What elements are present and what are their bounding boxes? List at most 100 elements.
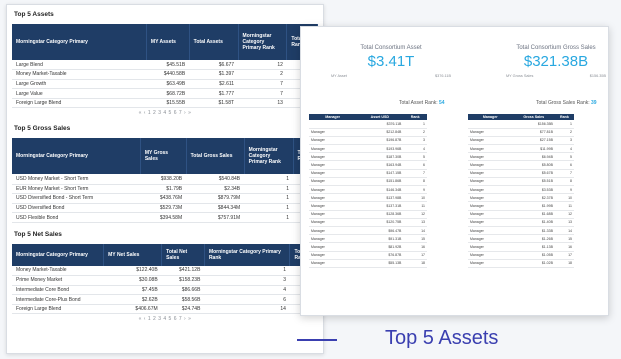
table-row[interactable]: Manager $27.15B 3: [468, 136, 574, 146]
table-cell: $77.81B: [512, 128, 555, 137]
table-cell: $2.37B: [512, 193, 555, 203]
table-row[interactable]: Manager $212.84B 2: [309, 128, 427, 137]
table-row[interactable]: Manager $11.99B 4: [468, 144, 574, 154]
table-cell: Manager: [309, 210, 357, 219]
column-header[interactable]: Morningstar Category Primary: [12, 24, 147, 60]
table-row[interactable]: Manager $147.15B 7: [309, 169, 427, 178]
table-row[interactable]: Money Market-Taxable$122.40B$421.12B163: [12, 265, 318, 277]
table-cell: 14: [204, 304, 290, 315]
table-row[interactable]: Prime Money Market$30.08B$158.23B331: [12, 275, 318, 286]
table-row[interactable]: Manager $163.94B 6: [309, 160, 427, 170]
column-header[interactable]: MY Gross Sales: [140, 138, 187, 175]
callout-caption: Top 5 Assets: [385, 327, 499, 349]
table-row[interactable]: Manager $96.47B 14: [309, 226, 427, 236]
column-header[interactable]: Total Gross Sales: [186, 138, 245, 175]
table-row[interactable]: Manager $1.05B 17: [468, 251, 574, 260]
table-row[interactable]: Manager $1.26B 15: [468, 234, 574, 244]
sales-rank-value: 39: [591, 100, 597, 106]
table-cell: 3: [403, 136, 427, 146]
table-row[interactable]: Manager $2.37B 10: [468, 193, 574, 203]
table-cell: Manager: [309, 201, 357, 211]
table-cell: $96.47B: [356, 226, 404, 236]
table-row[interactable]: Manager $5.80B 6: [468, 160, 574, 170]
table-row[interactable]: Manager $1.68B 12: [468, 210, 574, 219]
consortium-sales-kpi: Total Consortium Gross Sales $321.38B MY…: [506, 45, 606, 78]
table-row[interactable]: Manager $1.99B 11: [468, 201, 574, 211]
table-row[interactable]: Manager $77.81B 2: [468, 128, 574, 137]
table-row[interactable]: Large Blend$45.51B$6.67712227: [12, 60, 318, 71]
table-row[interactable]: Manager $91.31B 15: [309, 234, 427, 244]
table-cell: 10: [403, 193, 427, 203]
column-header[interactable]: Total Net Sales: [161, 243, 205, 266]
column-header[interactable]: Morningstar Category Primary Rank: [204, 243, 291, 266]
table-row[interactable]: USD Money Market - Short Term $938.20B $54…: [12, 174, 318, 185]
table-row[interactable]: Manager $128.36B 12: [309, 210, 427, 219]
table-cell: 7: [238, 79, 287, 90]
table-row[interactable]: Large Growth$63.49B$2.6117165: [12, 79, 318, 90]
column-header[interactable]: MY Net Sales: [103, 243, 163, 266]
column-header[interactable]: Morningstar Category Primary: [12, 138, 141, 175]
table-row[interactable]: Manager $81.92B 16: [309, 242, 427, 252]
column-header[interactable]: Morningstar Category Primary: [12, 243, 105, 266]
table-row[interactable]: Intermediate Core-Plus Bond $2.62B $58.56B…: [12, 294, 318, 305]
pagination[interactable]: « ‹ 1 2 3 4 5 6 7 › »: [12, 108, 318, 119]
table-row[interactable]: Manager $146.34B 9: [309, 185, 427, 195]
table-cell: $1.02B: [512, 259, 555, 268]
table-row[interactable]: Manager $5.67B 7: [468, 169, 574, 178]
table-cell: $45.51B: [146, 60, 190, 71]
table-row[interactable]: USD Diversified Bond $529.73M $844.34M 1: [12, 203, 318, 214]
table-cell: Manager: [309, 251, 357, 260]
table-row[interactable]: Manager $187.30B 5: [309, 152, 427, 162]
table-cell: Manager: [309, 136, 357, 146]
column-header[interactable]: Morningstar Category Primary Rank: [238, 24, 288, 60]
column-header[interactable]: Morningstar Category Primary Rank: [244, 138, 294, 175]
table-row[interactable]: Manager $193.96B 4: [309, 144, 427, 154]
table-cell: 1: [554, 120, 574, 129]
kpi-value: $3.41T: [367, 53, 415, 70]
table-row[interactable]: EUR Money Market - Short Term $1.79B $2.34…: [12, 184, 318, 195]
table-cell: Manager: [309, 185, 357, 195]
sales-rank-table: Manager Gross Sales Rank $156.35B 1 Manage…: [468, 114, 574, 268]
table-header-row: Morningstar Category Primary MY Assets T…: [12, 24, 318, 60]
table-row[interactable]: Manager $55.13B 18: [309, 259, 427, 268]
table-row[interactable]: Manager $137.31B 11: [309, 201, 427, 211]
table-cell: $938.20B: [140, 174, 187, 185]
table-row[interactable]: Manager $6.94B 5: [468, 152, 574, 162]
table-cell: $146.34B: [356, 185, 404, 195]
table-row[interactable]: Manager $5.51B 8: [468, 177, 574, 187]
column-header[interactable]: Total Assets: [189, 24, 239, 60]
table-cell: 1: [244, 174, 294, 185]
table-row[interactable]: $376.11B 1: [309, 120, 427, 129]
table-row[interactable]: Money Market-Taxable$440.58B$1.397263: [12, 69, 318, 80]
table-row[interactable]: Intermediate Core Bond$7.45B$86.66B4102: [12, 285, 318, 296]
table-row[interactable]: Foreign Large Blend$406.67M$24.74B14125: [12, 304, 318, 315]
table-row[interactable]: USD Flexible Bond $394.58M $757.91M 1: [12, 212, 318, 223]
table-cell: Manager: [309, 160, 357, 170]
table-cell: 5: [403, 152, 427, 162]
table-row[interactable]: Manager $120.75B 13: [309, 218, 427, 227]
table-row[interactable]: $156.35B 1: [468, 120, 574, 129]
table-cell: Manager: [468, 218, 513, 227]
table-row[interactable]: Manager $151.86B 8: [309, 177, 427, 187]
table-cell: Manager: [468, 160, 513, 170]
table-row[interactable]: Manager $196.87B 3: [309, 136, 427, 146]
table-row[interactable]: Manager $1.40B 13: [468, 218, 574, 227]
table-cell: Manager: [309, 169, 357, 178]
table-cell: $6.94B: [512, 152, 555, 162]
table-row[interactable]: Manager $1.33B 14: [468, 226, 574, 236]
table-cell: $30.08B: [103, 275, 162, 286]
table-row[interactable]: Foreign Large Blend$15.55B$1.58T13125: [12, 98, 318, 109]
column-header[interactable]: MY Assets: [146, 24, 190, 60]
table-row[interactable]: Manager $76.87B 17: [309, 251, 427, 260]
table-cell: Manager: [468, 144, 513, 154]
table-cell: Manager: [309, 128, 357, 137]
table-row[interactable]: Manager $1.13B 16: [468, 242, 574, 252]
table-row[interactable]: USD Diversified Bond - Short Term $438.76…: [12, 193, 318, 204]
table-row[interactable]: Manager $3.53B 9: [468, 185, 574, 195]
table-cell: $1.777: [189, 88, 239, 99]
table-cell: 1: [244, 203, 294, 214]
table-row[interactable]: Manager $137.98B 10: [309, 193, 427, 203]
table-row[interactable]: Large Value$68.72B$1.7777183: [12, 88, 318, 99]
pagination[interactable]: « ‹ 1 2 3 4 5 6 7 › »: [12, 314, 318, 325]
table-row[interactable]: Manager $1.02B 18: [468, 259, 574, 268]
